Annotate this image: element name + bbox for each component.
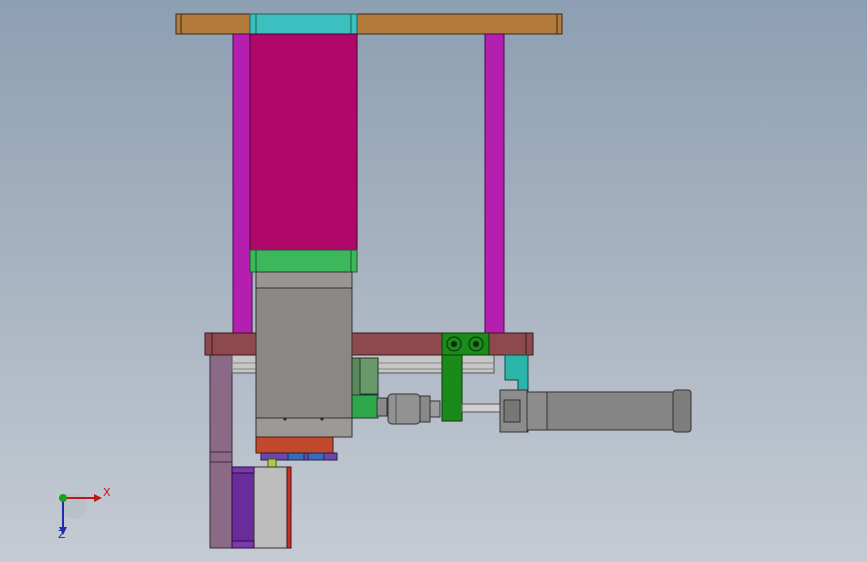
air-cylinder[interactable] (499, 389, 692, 433)
shaft-tip[interactable] (267, 458, 277, 468)
top-plate[interactable] (175, 13, 563, 35)
cylinder-end-cap[interactable] (672, 389, 692, 433)
gear-block[interactable] (255, 271, 353, 438)
top-plate-coupling[interactable] (249, 13, 358, 35)
right-post[interactable] (484, 33, 505, 335)
assembly-drawing[interactable] (0, 0, 867, 562)
lower-body[interactable] (253, 466, 288, 549)
rod-coupling[interactable] (387, 393, 441, 425)
cylinder-barrel[interactable] (546, 391, 674, 431)
x-axis-label: X (103, 486, 111, 499)
cad-viewport[interactable]: X Z (0, 0, 867, 562)
guide-block[interactable] (255, 436, 334, 454)
motor-flange[interactable] (249, 249, 358, 273)
z-axis-label: Z (58, 528, 66, 541)
hex-nut-left[interactable] (376, 397, 388, 417)
piston-rod[interactable] (461, 403, 501, 413)
lower-block[interactable] (231, 466, 258, 549)
left-post[interactable] (232, 33, 253, 335)
y-axis-origin (59, 494, 67, 502)
lower-cap[interactable] (286, 466, 292, 549)
motor-housing[interactable] (249, 33, 358, 253)
